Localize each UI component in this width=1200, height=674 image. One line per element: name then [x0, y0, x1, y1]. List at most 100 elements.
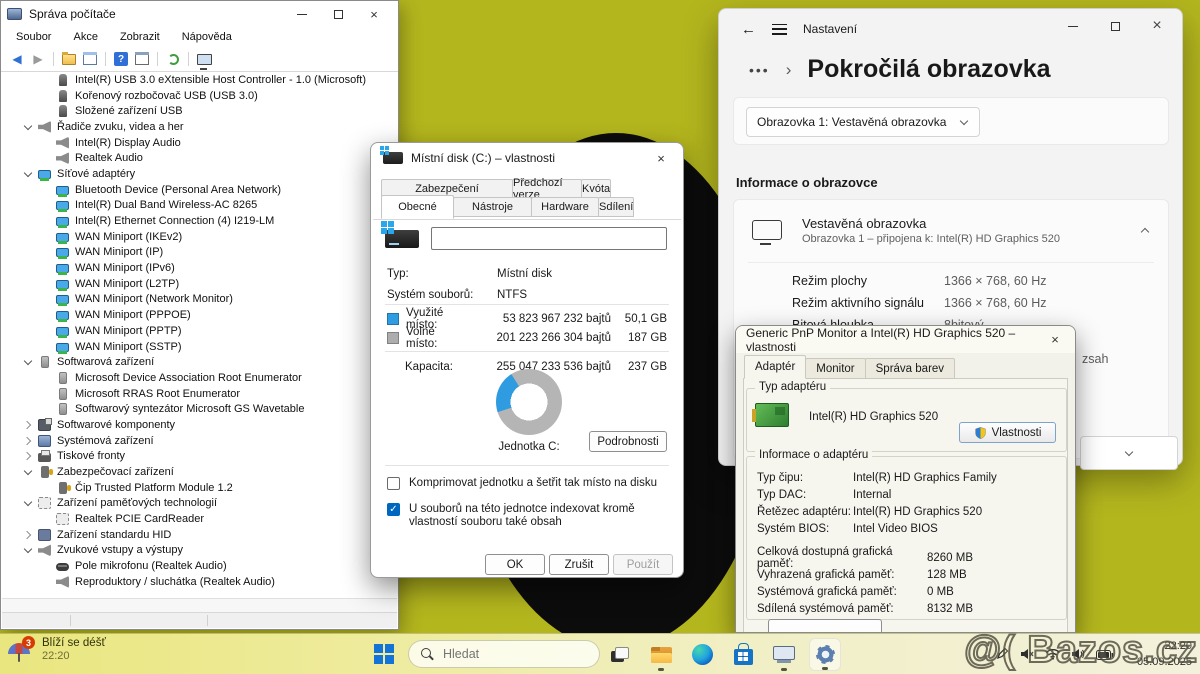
title-bar[interactable]: Místní disk (C:) – vlastnosti × — [371, 143, 683, 173]
maximize-button[interactable] — [1094, 11, 1136, 41]
horizontal-scrollbar[interactable] — [2, 598, 397, 612]
minimize-button[interactable] — [1052, 11, 1094, 41]
start-button[interactable] — [374, 644, 394, 664]
expand-chevron-icon[interactable] — [22, 529, 34, 541]
taskbar-app-icon[interactable] — [686, 638, 718, 671]
tree-item[interactable]: Zabezpečovací zařízení — [2, 464, 397, 480]
weather-widget[interactable]: 3 Blíží se déšť 22:20 — [8, 636, 106, 662]
taskbar-app-icon[interactable] — [604, 638, 636, 671]
tab[interactable]: Nástroje — [453, 197, 532, 217]
search-box[interactable] — [408, 640, 600, 668]
monitor-icon[interactable] — [196, 51, 212, 67]
tree-item[interactable]: Řadiče zvuku, videa a her — [2, 119, 397, 135]
taskbar-app-icon[interactable] — [809, 638, 841, 671]
folder-icon[interactable] — [61, 51, 77, 67]
tree-item[interactable]: WAN Miniport (SSTP) — [2, 339, 397, 355]
close-button[interactable]: × — [1136, 11, 1178, 41]
tab[interactable]: Monitor — [805, 358, 865, 379]
tree-item[interactable]: WAN Miniport (IP) — [2, 245, 397, 261]
tab[interactable]: Správa barev — [865, 358, 955, 379]
tab[interactable]: Obecné — [381, 195, 454, 219]
display-selector-dropdown[interactable]: Obrazovka 1: Vestavěná obrazovka — [746, 107, 980, 137]
tree-item[interactable]: WAN Miniport (PPTP) — [2, 323, 397, 339]
tree-item[interactable]: Intel(R) Dual Band Wireless-AC 8265 — [2, 198, 397, 214]
maximize-button[interactable] — [320, 2, 356, 26]
refresh-icon[interactable] — [165, 51, 181, 67]
tree-item[interactable]: Microsoft RRAS Root Enumerator — [2, 386, 397, 402]
title-bar[interactable]: Generic PnP Monitor a Intel(R) HD Graphi… — [736, 326, 1075, 353]
tree-item[interactable]: Microsoft Device Association Root Enumer… — [2, 370, 397, 386]
partially-hidden-dropdown[interactable] — [1080, 436, 1178, 470]
expand-chevron-icon[interactable] — [22, 544, 34, 556]
tree-item[interactable]: WAN Miniport (IKEv2) — [2, 229, 397, 245]
tree-item[interactable]: Softwarový syntezátor Microsoft GS Wavet… — [2, 401, 397, 417]
tree-item[interactable]: Bluetooth Device (Personal Area Network) — [2, 182, 397, 198]
close-button[interactable]: × — [356, 2, 392, 26]
tree-item[interactable]: Čip Trusted Platform Module 1.2 — [2, 480, 397, 496]
tree-item[interactable]: Softwarová zařízení — [2, 354, 397, 370]
menu-item[interactable]: Zobrazit — [109, 27, 171, 47]
tree-item[interactable]: Síťové adaptéry — [2, 166, 397, 182]
ok-button[interactable]: OK — [485, 554, 545, 575]
close-icon[interactable]: × — [1037, 328, 1073, 352]
cancel-button[interactable]: Zrušit — [549, 554, 609, 575]
expand-chevron-icon[interactable] — [22, 435, 34, 447]
adapter-properties-button[interactable]: Vlastnosti — [959, 422, 1056, 443]
tree-item[interactable]: Složené zařízení USB — [2, 103, 397, 119]
chevron-up-icon[interactable] — [1140, 225, 1150, 235]
tab[interactable]: Předchozí verze — [512, 179, 582, 199]
tree-item[interactable]: WAN Miniport (Network Monitor) — [2, 292, 397, 308]
expand-chevron-icon[interactable] — [22, 497, 34, 509]
search-input[interactable] — [443, 647, 563, 661]
tree-item[interactable]: Intel(R) Display Audio — [2, 135, 397, 151]
tree-item[interactable]: Realtek Audio — [2, 150, 397, 166]
tab[interactable]: Adaptér — [744, 355, 806, 379]
tab[interactable]: Hardware — [531, 197, 599, 217]
tab[interactable]: Sdílení — [598, 197, 634, 217]
hamburger-menu-icon[interactable] — [772, 24, 787, 35]
tree-item[interactable]: Kořenový rozbočovač USB (USB 3.0) — [2, 88, 397, 104]
expand-chevron-icon[interactable] — [22, 168, 34, 180]
expand-chevron-icon[interactable] — [22, 466, 34, 478]
tree-item[interactable]: Intel(R) Ethernet Connection (4) I219-LM — [2, 213, 397, 229]
menu-item[interactable]: Nápověda — [171, 27, 243, 47]
details-button[interactable]: Podrobnosti — [589, 431, 667, 452]
taskbar-app-icon[interactable] — [727, 638, 759, 671]
title-bar[interactable]: Správa počítače × — [1, 1, 398, 27]
tree-item[interactable]: Intel(R) USB 3.0 eXtensible Host Control… — [2, 72, 397, 88]
menu-item[interactable]: Soubor — [5, 27, 62, 47]
tab[interactable]: Kvóta — [581, 179, 611, 199]
forward-icon[interactable]: ▶ — [30, 51, 46, 67]
minimize-button[interactable] — [284, 2, 320, 26]
back-arrow-icon[interactable]: ← — [741, 21, 756, 38]
taskbar-app-icon[interactable] — [768, 638, 800, 671]
window-panes-icon[interactable] — [134, 51, 150, 67]
breadcrumb-overflow[interactable]: ••• — [749, 62, 770, 78]
partially-hidden-button[interactable] — [768, 619, 882, 633]
tree-item[interactable]: Zvukové vstupy a výstupy — [2, 543, 397, 559]
tree-item[interactable]: Systémová zařízení — [2, 433, 397, 449]
tree-item[interactable]: Reproduktory / sluchátka (Realtek Audio) — [2, 574, 397, 590]
back-icon[interactable]: ◀ — [9, 51, 25, 67]
expand-chevron-icon[interactable] — [22, 419, 34, 431]
taskbar-app-icon[interactable] — [645, 638, 677, 671]
index-checkbox[interactable] — [387, 503, 400, 516]
tree-item[interactable]: Tiskové fronty — [2, 449, 397, 465]
apply-button[interactable]: Použít — [613, 554, 673, 575]
tree-item[interactable]: Zařízení standardu HID — [2, 527, 397, 543]
volume-label-input[interactable] — [431, 227, 667, 250]
list-view-icon[interactable] — [82, 51, 98, 67]
display-info-header[interactable]: Vestavěná obrazovka Obrazovka 1 – připoj… — [734, 200, 1168, 260]
help-icon[interactable]: ? — [113, 51, 129, 67]
tree-item[interactable]: WAN Miniport (IPv6) — [2, 260, 397, 276]
expand-chevron-icon[interactable] — [22, 121, 34, 133]
compress-checkbox[interactable] — [387, 477, 400, 490]
tree-item[interactable]: Pole mikrofonu (Realtek Audio) — [2, 558, 397, 574]
tree-item[interactable]: WAN Miniport (PPPOE) — [2, 307, 397, 323]
expand-chevron-icon[interactable] — [22, 356, 34, 368]
tree-item[interactable]: Zařízení paměťových technologií — [2, 496, 397, 512]
tree-item[interactable]: Realtek PCIE CardReader — [2, 511, 397, 527]
menu-item[interactable]: Akce — [62, 27, 108, 47]
close-icon[interactable]: × — [643, 146, 679, 170]
expand-chevron-icon[interactable] — [22, 450, 34, 462]
